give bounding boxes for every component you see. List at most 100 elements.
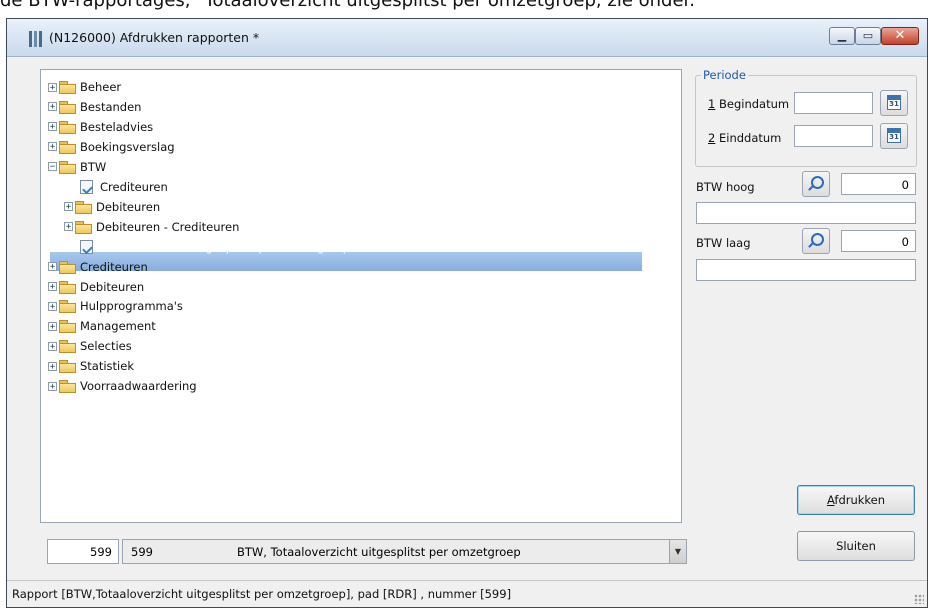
- print-label: fdrukken: [834, 493, 886, 507]
- btw-laag-input[interactable]: 0: [841, 230, 916, 252]
- report-select[interactable]: 599 BTW, Totaaloverzicht uitgesplitst pe…: [122, 539, 687, 564]
- folder-icon: [59, 300, 76, 314]
- expand-icon[interactable]: +: [48, 282, 57, 292]
- einddatum-input[interactable]: [794, 125, 873, 147]
- btw-laag-label: BTW laag: [696, 236, 751, 250]
- folder-icon: [59, 140, 76, 154]
- einddatum-text: Einddatum: [715, 131, 782, 145]
- folder-icon: [59, 120, 76, 134]
- window-controls: ▁ ▭ ✕: [829, 27, 919, 45]
- tree-item-label: Bestanden: [80, 99, 142, 114]
- tree-item-label: Debiteuren: [96, 199, 161, 214]
- expand-icon[interactable]: +: [48, 82, 57, 92]
- tree-item-label: Crediteuren: [100, 179, 168, 194]
- status-text: Rapport [BTW,Totaaloverzicht uitgesplits…: [12, 587, 512, 601]
- tree-folder-item[interactable]: + Debiteuren: [48, 277, 144, 297]
- einddatum-label: 2 Einddatum: [708, 131, 781, 145]
- tree-item-label: Crediteuren: [80, 259, 148, 274]
- maximize-icon: ▭: [862, 29, 874, 42]
- report-select-text: BTW, Totaaloverzicht uitgesplitst per om…: [237, 545, 521, 559]
- begindatum-text: Begindatum: [715, 97, 790, 111]
- expand-icon[interactable]: +: [48, 301, 57, 311]
- search-icon: [811, 233, 824, 246]
- tree-folder-item[interactable]: + Statistiek: [48, 356, 134, 376]
- close-dialog-button[interactable]: Sluiten: [797, 531, 915, 561]
- btw-laag-description: [696, 259, 916, 281]
- tree-folder-item[interactable]: + Management: [48, 316, 156, 336]
- calendar-icon: 31: [887, 95, 901, 110]
- expand-icon[interactable]: +: [64, 222, 73, 232]
- tree-item-label: Boekingsverslag: [80, 139, 175, 154]
- expand-icon[interactable]: +: [64, 202, 73, 212]
- tree-folder-item[interactable]: + Selecties: [48, 336, 132, 356]
- folder-icon: [59, 360, 76, 374]
- tree-folder-item[interactable]: − BTW: [48, 157, 106, 177]
- tree-item-label: Voorraadwaardering: [80, 379, 197, 394]
- resize-grip-icon[interactable]: [914, 594, 924, 604]
- print-reports-window: (N126000) Afdrukken rapporten * ▁ ▭ ✕ + B…: [6, 18, 928, 608]
- tree-folder-item[interactable]: + Debiteuren: [64, 197, 160, 217]
- tree-item-label: Statistiek: [80, 359, 134, 374]
- calendar-day: 31: [889, 100, 899, 108]
- minimize-icon: ▁: [837, 29, 847, 42]
- expand-icon[interactable]: +: [48, 361, 57, 371]
- expand-icon[interactable]: +: [48, 381, 57, 391]
- report-select-code: 599: [131, 545, 153, 559]
- maximize-button[interactable]: ▭: [855, 27, 881, 45]
- btw-hoog-input[interactable]: 0: [841, 173, 916, 195]
- tree-item-label: Totaaloverzicht uitgesplitst per omzetgr…: [100, 239, 351, 254]
- periode-group: [695, 75, 917, 167]
- btw-hoog-lookup-button[interactable]: [802, 171, 830, 197]
- close-button[interactable]: ✕: [881, 27, 919, 45]
- report-icon: [80, 179, 93, 194]
- folder-icon: [75, 220, 92, 234]
- tree-item-label: Besteladvies: [80, 119, 154, 134]
- expand-icon[interactable]: +: [48, 321, 57, 331]
- close-icon: ✕: [894, 28, 906, 43]
- periode-legend: Periode: [701, 68, 748, 82]
- folder-icon: [59, 380, 76, 394]
- title-bar[interactable]: (N126000) Afdrukken rapporten * ▁ ▭ ✕: [7, 19, 927, 57]
- app-icon: [29, 31, 42, 47]
- chevron-down-icon[interactable]: ▼: [669, 540, 686, 563]
- tree-folder-item[interactable]: + Beheer: [48, 77, 121, 97]
- window-title: (N126000) Afdrukken rapporten *: [49, 30, 260, 45]
- tree-folder-item[interactable]: + Debiteuren - Crediteuren: [64, 217, 239, 237]
- folder-icon: [59, 340, 76, 354]
- tree-folder-item[interactable]: + Bestanden: [48, 97, 141, 117]
- minimize-button[interactable]: ▁: [829, 27, 855, 45]
- tree-folder-item[interactable]: + Voorraadwaardering: [48, 376, 197, 396]
- expand-icon[interactable]: +: [48, 262, 57, 272]
- collapse-icon[interactable]: −: [48, 162, 57, 172]
- begindatum-input[interactable]: [794, 92, 873, 114]
- expand-icon[interactable]: +: [48, 142, 57, 152]
- btw-laag-lookup-button[interactable]: [802, 228, 830, 254]
- tree-folder-item[interactable]: + Crediteuren: [48, 257, 148, 277]
- btw-hoog-label: BTW hoog: [696, 180, 755, 194]
- expand-icon[interactable]: +: [48, 122, 57, 132]
- document-background-text: de BTW-rapportages, "Totaaloverzicht uit…: [0, 0, 696, 11]
- folder-icon: [59, 160, 76, 174]
- einddatum-calendar-button[interactable]: 31: [880, 123, 908, 149]
- tree-folder-item[interactable]: + Hulpprogramma's: [48, 296, 183, 316]
- begindatum-label: 1 Begindatum: [708, 97, 789, 111]
- folder-icon: [59, 320, 76, 334]
- print-button[interactable]: Afdrukken: [797, 485, 915, 515]
- tree-report-item[interactable]: Crediteuren: [80, 177, 168, 197]
- search-icon: [811, 176, 824, 189]
- folder-icon: [59, 100, 76, 114]
- expand-icon[interactable]: +: [48, 102, 57, 112]
- status-bar: Rapport [BTW,Totaaloverzicht uitgesplits…: [7, 580, 927, 607]
- tree-folder-item[interactable]: + Besteladvies: [48, 117, 153, 137]
- folder-icon: [59, 280, 76, 294]
- folder-icon: [59, 260, 76, 274]
- report-icon: [80, 239, 93, 254]
- tree-item-label: Hulpprogramma's: [80, 299, 183, 314]
- folder-icon: [59, 81, 76, 94]
- begindatum-calendar-button[interactable]: 31: [880, 90, 908, 116]
- tree-folder-item[interactable]: + Boekingsverslag: [48, 137, 175, 157]
- expand-icon[interactable]: +: [48, 341, 57, 351]
- tree-report-item[interactable]: Totaaloverzicht uitgesplitst per omzetgr…: [80, 237, 350, 257]
- tree-item-label: Selecties: [80, 339, 132, 354]
- report-number-input[interactable]: 599: [47, 539, 119, 564]
